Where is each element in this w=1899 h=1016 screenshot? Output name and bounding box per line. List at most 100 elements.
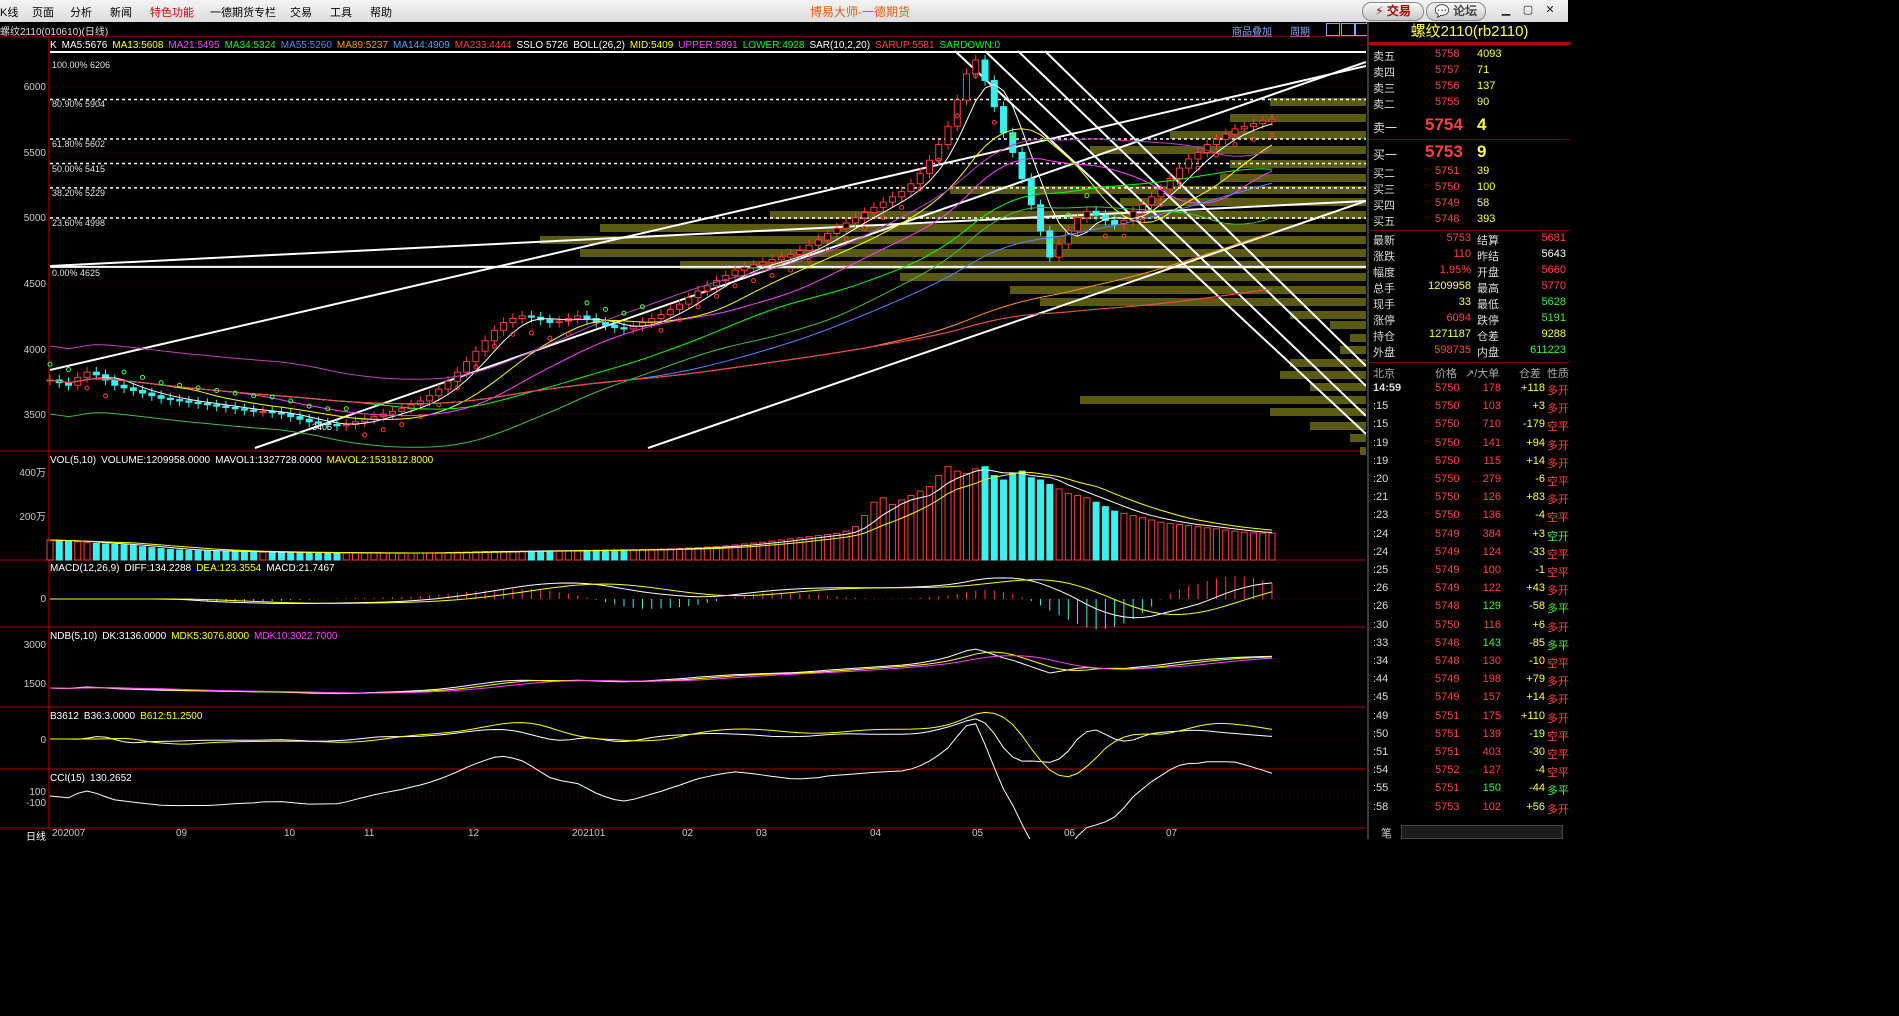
ask4-row[interactable]: 卖四 5757 71 [1373,64,1568,80]
trade-button[interactable]: ⚡ 交易 [1362,2,1424,21]
bid1-row[interactable]: 买一 5753 9 [1373,142,1568,164]
candle-body [185,400,193,403]
tick-row: :44 5749 198 +79 多开 [1369,673,1570,691]
bid4-row[interactable]: 买四 5749 58 [1373,197,1568,213]
tick-price: 5750 [1435,491,1460,504]
candle-body [546,319,554,323]
candle-body [398,408,406,412]
tick-time: :19 [1373,454,1389,467]
tick-oi-change: +14 [1526,454,1545,467]
tick-row: :20 5750 279 -6 空平 [1369,473,1570,491]
candle-body [472,350,480,363]
ask5-label: 卖五 [1373,51,1395,63]
volume-bar [546,550,554,561]
candle-body [416,400,424,406]
volume-bar [1074,495,1082,561]
menu-analysis[interactable]: 分析 [70,4,92,20]
candle-body [444,380,452,390]
candle-body [389,410,397,415]
bid5-row[interactable]: 买五 5748 393 [1373,213,1568,229]
tick-oi-change: +6 [1532,618,1545,631]
candle-body [666,308,674,316]
menu-help[interactable]: 帮助 [370,4,392,20]
menu-tools[interactable]: 工具 [330,4,352,20]
volume-profile-bar [1230,114,1366,122]
ind-main-5: MA55:5260 [280,40,332,51]
ask2-row[interactable]: 卖二 5755 90 [1373,96,1568,112]
ind-macd-3: MACD:21.7467 [266,563,335,574]
tick-row: :34 5748 130 -10 空平 [1369,655,1570,673]
forum-button[interactable]: 💬 论坛 [1426,2,1486,21]
volume-profile-bar [900,273,1366,281]
ind-main-1: MA5:5676 [61,40,108,51]
volume-bar [1249,532,1257,561]
tick-row: :15 5750 103 +3 多开 [1369,400,1570,418]
chat-bubble-icon: 💬 [1434,4,1450,18]
volume-bar [139,546,147,561]
volume-bar [324,552,332,561]
ask3-row[interactable]: 卖三 5756 137 [1373,80,1568,96]
tick-volume: 178 [1482,382,1501,394]
menu-special[interactable]: 特色功能 [150,4,194,20]
volume-bar [759,541,767,561]
ind-main-4: MA34:5324 [224,40,276,51]
ask4-price: 5757 [1435,64,1460,76]
volume-bar [157,547,165,561]
menu-page[interactable]: 页面 [32,4,54,20]
volume-bar [1194,526,1202,561]
bid2-row[interactable]: 买二 5751 39 [1373,165,1568,181]
candle-body [426,395,434,402]
quote-title: 螺纹2110(rb2110) [1410,23,1529,40]
menu-news[interactable]: 新闻 [110,4,132,20]
layout-left-icon[interactable] [1326,23,1340,36]
y-label-ndb-0: 3000 [23,640,46,651]
ind-macd-0: MACD(12,26,9) [50,563,120,574]
tick-price: 5749 [1435,527,1460,540]
tick-scrollbar[interactable] [1401,825,1563,839]
bid3-row[interactable]: 买三 5750 100 [1373,181,1568,197]
menu-yide-column[interactable]: 一德期货专栏 [210,4,276,20]
maximize-icon[interactable]: ▢ [1518,3,1538,18]
candle-body [787,253,795,258]
candle-body [1249,123,1257,127]
tick-row: :51 5751 403 -30 空平 [1369,746,1570,764]
tick-nature: 多平 [1547,603,1569,616]
sar-dot [140,374,146,380]
volume-bar [333,552,341,561]
volume-profile-bar [1090,146,1366,154]
minimize-icon[interactable]: ▁ [1496,3,1516,18]
menu-kline[interactable]: K线 [0,4,18,20]
layout-split-icon[interactable] [1341,23,1355,36]
ind-main-13: LOWER:4928 [742,40,805,51]
ind-macd-2: DEA:123.3554 [196,563,262,574]
close-icon[interactable]: ✕ [1540,3,1560,18]
ask5-row[interactable]: 卖五 5758 4093 [1373,48,1568,64]
menu-trade[interactable]: 交易 [290,4,312,20]
ind-main-16: SARDOWN:0 [939,40,1001,51]
period-label[interactable]: 日线 [26,828,46,843]
tick-row: :21 5750 126 +83 多开 [1369,491,1570,509]
tick-row: 14:59 5750 178 +118 多开 [1369,382,1570,400]
tick-volume: 198 [1482,673,1501,686]
candle-body [629,325,637,330]
tick-time: :34 [1373,655,1389,667]
tick-price: 5749 [1435,564,1460,576]
candle-body [463,361,471,373]
y-label-main-1: 5500 [23,148,46,159]
tick-row: :26 5749 122 +43 多开 [1369,582,1570,600]
volume-bar [601,549,609,561]
volume-profile-bar [1040,298,1366,306]
volume-bar [1212,528,1220,561]
ind-macd-1: DIFF:134.2288 [124,563,192,574]
mdk10-line [49,655,1273,694]
ask3-price: 5756 [1435,80,1460,92]
volume-bar [435,552,443,561]
x-label-6: 02 [682,828,694,839]
tick-row: :55 5751 150 -44 多平 [1369,782,1570,800]
volume-bar [537,550,545,561]
volume-bar [898,499,906,561]
ask1-row[interactable]: 卖一 5754 4 [1373,115,1568,137]
volume-bar [916,490,924,561]
ind-main-12: UPPER:5891 [678,40,738,51]
candle-body [1055,243,1063,258]
